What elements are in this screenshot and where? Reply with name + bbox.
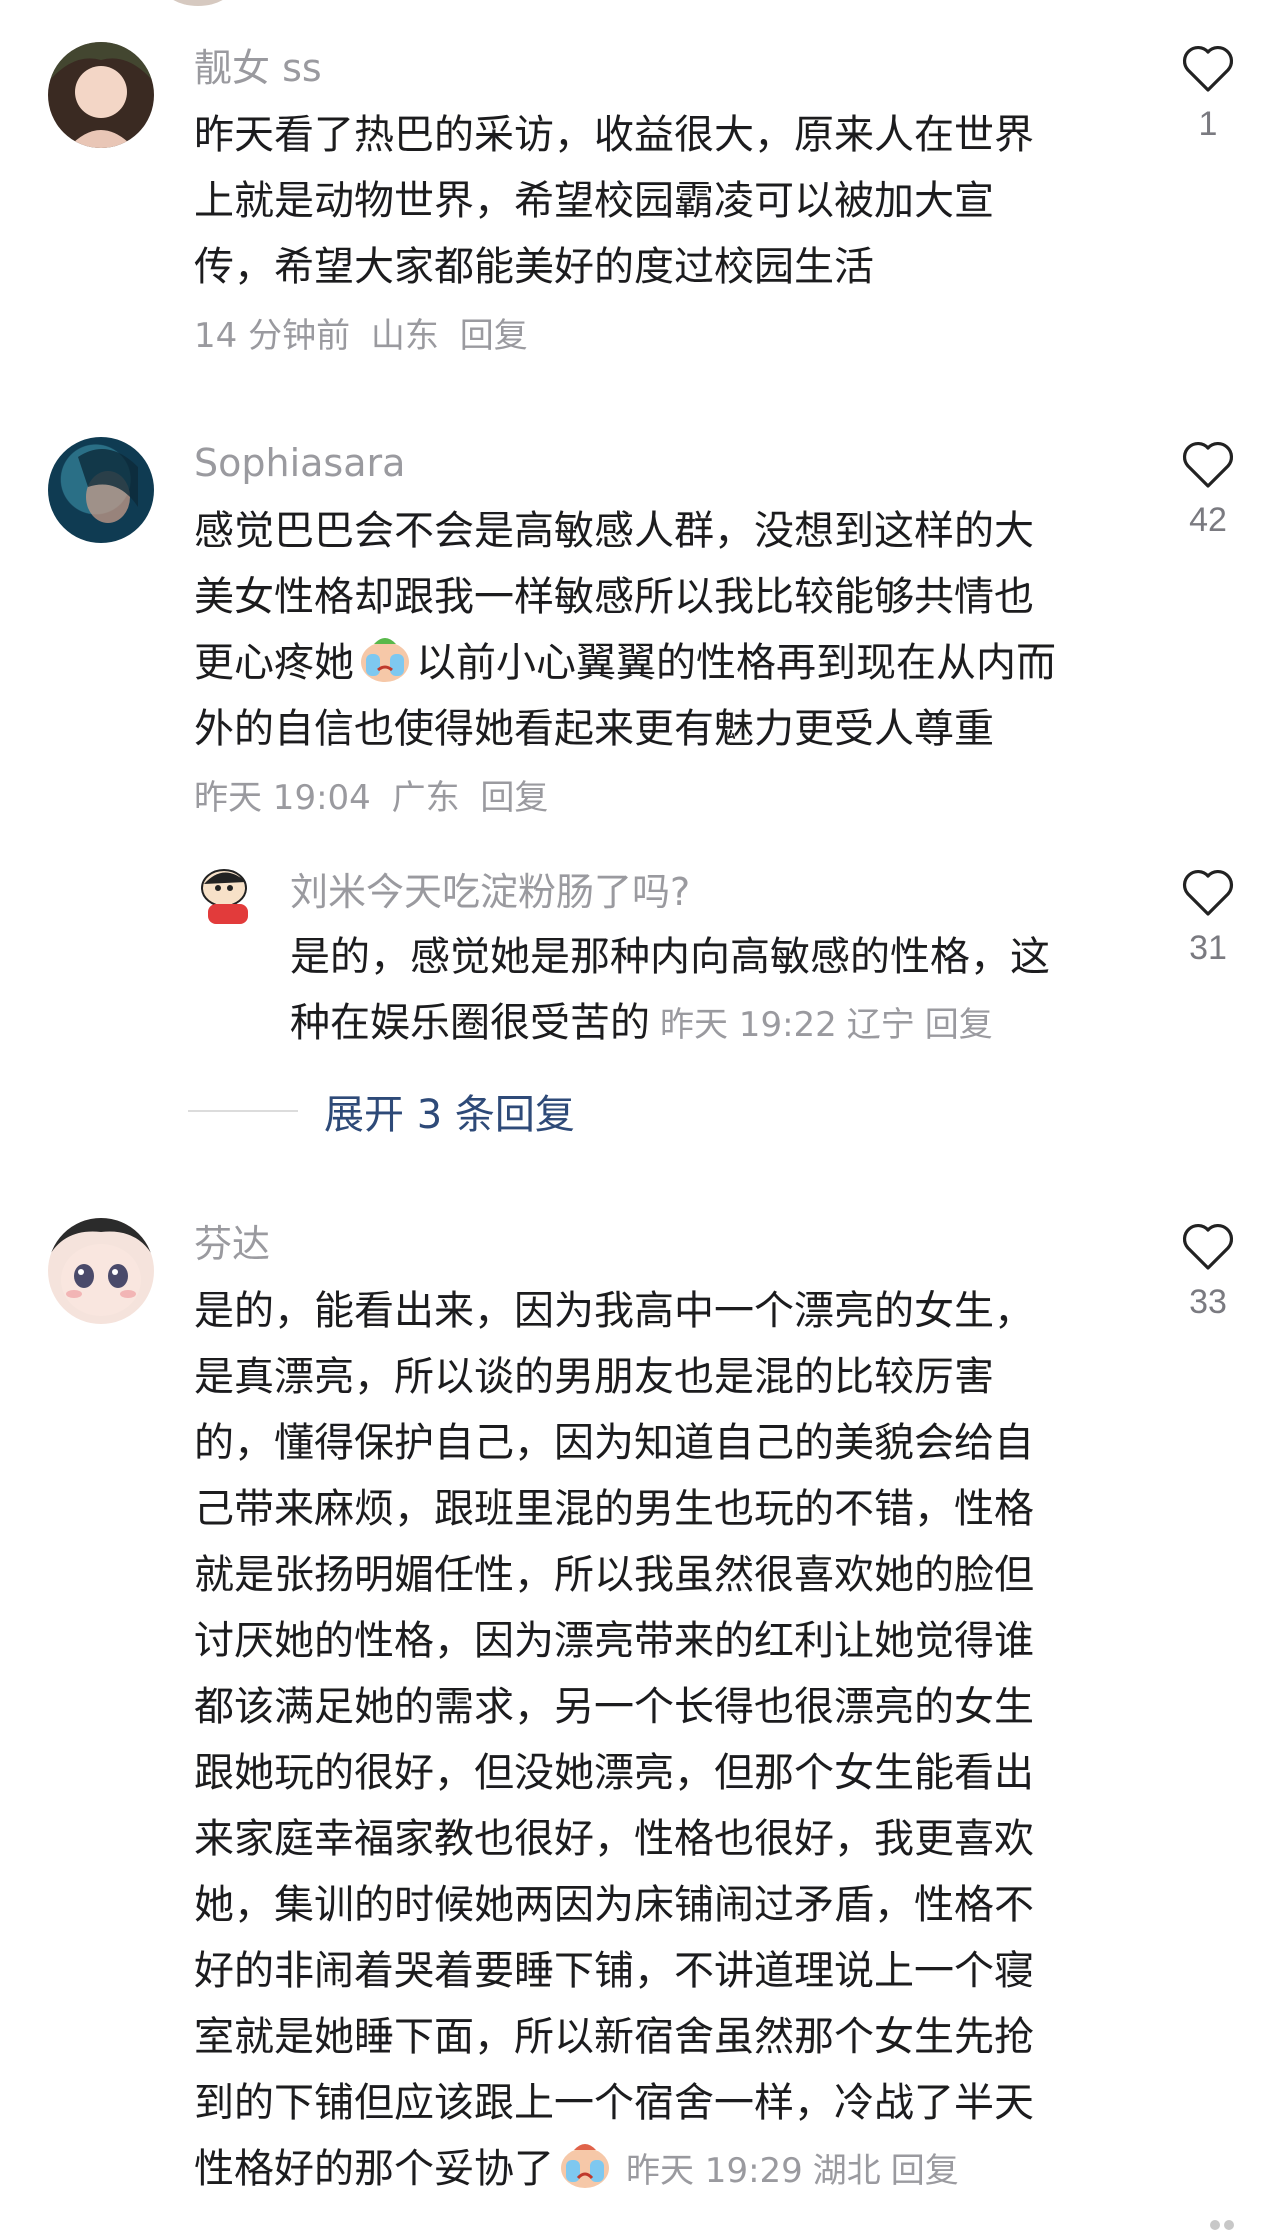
expand-replies-label[interactable]: 展开 3 条回复 bbox=[324, 1092, 575, 1138]
reply-line: 种在娱乐圈很受苦的 昨天 19:22 辽宁 回复 bbox=[290, 990, 1130, 1058]
comment-line: 是真漂亮，所以谈的男朋友也是混的比较厉害 bbox=[194, 1354, 994, 1400]
comment-line: 美女性格却跟我一样敏感所以我比较能够共情也 bbox=[194, 574, 1034, 620]
previous-avatar-edge bbox=[160, 0, 236, 6]
crying-face-emoji-icon bbox=[361, 638, 409, 682]
comment-line-part: 以前小心翼翼的性格再到现在从内而 bbox=[416, 640, 1056, 686]
heart-outline-icon bbox=[1182, 869, 1234, 916]
comment-line: 好的非闹着哭着要睡下铺，不讲道理说上一个寝 bbox=[194, 1948, 1034, 1994]
comment-line: 传，希望大家都能美好的度过校园生活 bbox=[194, 244, 874, 290]
comment-time: 14 分钟前 bbox=[194, 316, 351, 356]
avatar[interactable] bbox=[48, 42, 154, 148]
heart-outline-icon bbox=[1182, 45, 1234, 92]
reply-time: 昨天 19:22 bbox=[660, 1005, 837, 1045]
heart-outline-icon bbox=[1182, 1223, 1234, 1270]
comment-line: 己带来麻烦，跟班里混的男生也玩的不错，性格 bbox=[194, 1486, 1034, 1532]
comment-location: 湖北 bbox=[812, 2151, 881, 2191]
comment-line: 来家庭幸福家教也很好，性格也很好，我更喜欢 bbox=[194, 1816, 1034, 1862]
comment-line: 都该满足她的需求，另一个长得也很漂亮的女生 bbox=[194, 1684, 1034, 1730]
like-button[interactable]: 1 bbox=[1163, 44, 1253, 146]
comment-line: 就是张扬明媚任性，所以我虽然很喜欢她的脸但 bbox=[194, 1552, 1034, 1598]
comment-line: 讨厌她的性格，因为漂亮带来的红利让她觉得谁 bbox=[194, 1618, 1034, 1664]
comment-line: 到的下铺但应该跟上一个宿舍一样，冷战了半天 bbox=[194, 2080, 1034, 2126]
reply-username[interactable]: 刘米今天吃淀粉肠了吗? bbox=[290, 870, 690, 914]
reply-location: 辽宁 bbox=[846, 1005, 915, 1045]
comment-text: 是的，能看出来，因为我高中一个漂亮的女生， 是真漂亮，所以谈的男朋友也是混的比较… bbox=[194, 1278, 1124, 2204]
comment-line: 是的，能看出来，因为我高中一个漂亮的女生， bbox=[194, 1288, 1034, 1334]
comment-line: 昨天看了热巴的采访，收益很大，原来人在世界 bbox=[194, 112, 1034, 158]
avatar[interactable] bbox=[48, 1218, 154, 1324]
avatar[interactable] bbox=[194, 862, 264, 932]
like-count: 1 bbox=[1198, 105, 1218, 143]
comment-line-part: 性格好的那个妥协了 bbox=[194, 2146, 554, 2192]
comment-location: 山东 bbox=[370, 316, 439, 356]
comment-username[interactable]: 芬达 bbox=[194, 1222, 270, 1266]
comment-username[interactable]: 靓女 ss bbox=[194, 46, 322, 90]
reply-button[interactable]: 回复 bbox=[460, 316, 528, 356]
comment-line: 室就是她睡下面，所以新宿舍虽然那个女生先抢 bbox=[194, 2014, 1034, 2060]
like-button[interactable]: 42 bbox=[1163, 440, 1253, 542]
comment-line: 上就是动物世界，希望校园霸凌可以被加大宣 bbox=[194, 178, 994, 224]
like-count: 31 bbox=[1189, 929, 1227, 967]
divider bbox=[188, 1110, 298, 1112]
reply-text: 是的，感觉她是那种内向高敏感的性格，这 种在娱乐圈很受苦的 昨天 19:22 辽宁回… bbox=[290, 924, 1130, 1058]
comment-time: 昨天 19:29 bbox=[626, 2151, 803, 2191]
reply-line-part: 种在娱乐圈很受苦的 bbox=[290, 1000, 650, 1046]
comment-username[interactable]: Sophiasara bbox=[194, 441, 405, 485]
like-count: 33 bbox=[1189, 1283, 1227, 1321]
comment-time: 昨天 19:04 bbox=[194, 778, 371, 818]
comment-text: 昨天看了热巴的采访，收益很大，原来人在世界 上就是动物世界，希望校园霸凌可以被加… bbox=[194, 102, 1124, 300]
comment-line: 外的自信也使得她看起来更有魅力更受人尊重 bbox=[194, 706, 994, 752]
reply-button[interactable]: 回复 bbox=[891, 2151, 959, 2191]
comment-line: 更心疼她 以前小心翼翼的性格再到现在从内而 bbox=[194, 630, 1124, 696]
comment-line: 性格好的那个妥协了 昨天 19:29 湖北 回复 bbox=[194, 2136, 1124, 2204]
reply-button[interactable]: 回复 bbox=[480, 778, 548, 818]
crying-face-emoji-icon bbox=[561, 2144, 609, 2188]
comment-line: 的，懂得保护自己，因为知道自己的美貌会给自 bbox=[194, 1420, 1034, 1466]
comment-line: 跟她玩的很好，但没她漂亮，但那个女生能看出 bbox=[194, 1750, 1034, 1796]
reply-line: 是的，感觉她是那种内向高敏感的性格，这 bbox=[290, 934, 1050, 980]
expand-replies[interactable]: 展开 3 条回复 bbox=[188, 1082, 575, 1140]
comment-text: 感觉巴巴会不会是高敏感人群，没想到这样的大 美女性格却跟我一样敏感所以我比较能够… bbox=[194, 498, 1124, 762]
comment-line: 感觉巴巴会不会是高敏感人群，没想到这样的大 bbox=[194, 508, 1034, 554]
like-button[interactable]: 31 bbox=[1163, 868, 1253, 970]
comment-meta: 昨天 19:04 广东 回复 bbox=[194, 776, 558, 820]
reply-button[interactable]: 回复 bbox=[925, 1005, 993, 1045]
comment-line: 她，集训的时候她两因为床铺闹过矛盾，性格不 bbox=[194, 1882, 1034, 1928]
watermark-dots bbox=[1210, 2215, 1250, 2235]
heart-outline-icon bbox=[1182, 441, 1234, 488]
reply-meta: 昨天 19:22 辽宁 回复 bbox=[650, 1005, 993, 1045]
comment-meta: 14 分钟前 山东 回复 bbox=[194, 314, 538, 358]
avatar[interactable] bbox=[48, 437, 154, 543]
comment-location: 广东 bbox=[391, 778, 460, 818]
comment-line-part: 更心疼她 bbox=[194, 640, 354, 686]
like-button[interactable]: 33 bbox=[1163, 1222, 1253, 1324]
like-count: 42 bbox=[1189, 501, 1227, 539]
comment-meta: 昨天 19:29 湖北 回复 bbox=[616, 2151, 959, 2191]
